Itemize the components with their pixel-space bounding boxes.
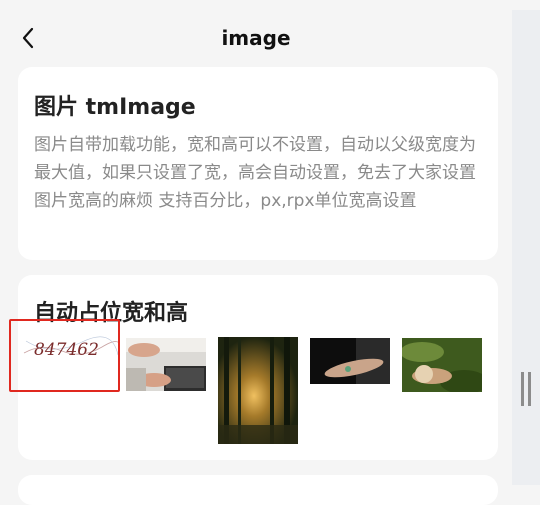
snail-image[interactable] (402, 338, 482, 392)
page-title: image (221, 26, 291, 50)
laptop-image[interactable] (126, 338, 206, 391)
intro-card: 图片 tmImage 图片自带加载功能，宽和高可以不设置，自动以父级宽度为最大值… (18, 67, 498, 260)
arm-image[interactable] (310, 338, 390, 384)
scrollbar-grip[interactable] (528, 372, 531, 406)
scrollbar-grip[interactable] (521, 372, 524, 406)
card-title: 图片 tmImage (34, 95, 196, 120)
forest-image[interactable] (218, 337, 298, 444)
navigation-bar: image (0, 10, 512, 68)
selection-highlight (9, 319, 120, 392)
card-description: 图片自带加载功能，宽和高可以不设置，自动以父级宽度为最大值，如果只设置了宽，高会… (34, 135, 476, 211)
next-card (18, 475, 498, 505)
scrollbar[interactable] (512, 10, 540, 485)
